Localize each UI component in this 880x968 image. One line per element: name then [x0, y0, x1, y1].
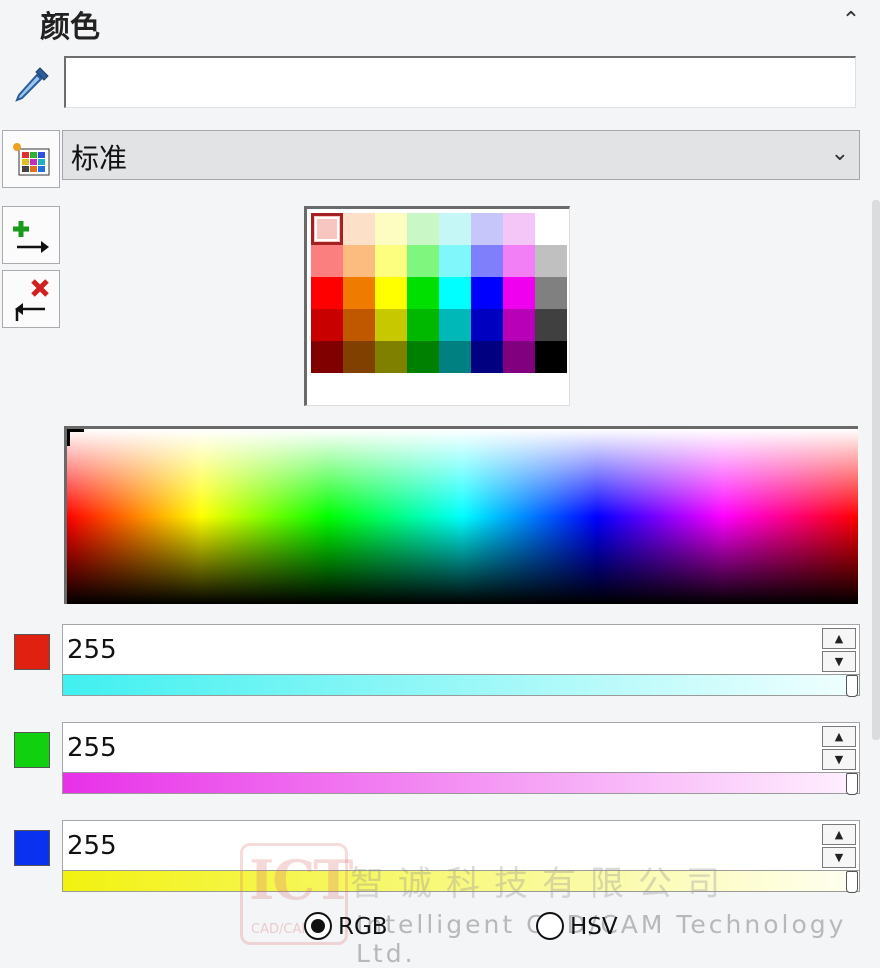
- spin-down-icon[interactable]: ▼: [822, 749, 856, 770]
- color-swatch[interactable]: [311, 277, 343, 309]
- spin-down-icon[interactable]: ▼: [822, 847, 856, 868]
- color-swatch[interactable]: [375, 277, 407, 309]
- color-swatch[interactable]: [535, 309, 567, 341]
- color-swatch[interactable]: [471, 245, 503, 277]
- spin-up-icon[interactable]: ▲: [822, 726, 856, 747]
- color-swatch[interactable]: [407, 341, 439, 373]
- add-arrow-icon: [13, 221, 49, 253]
- spin-up-icon[interactable]: ▲: [822, 824, 856, 845]
- color-swatch[interactable]: [375, 341, 407, 373]
- color-swatch[interactable]: [311, 309, 343, 341]
- color-swatch[interactable]: [407, 309, 439, 341]
- color-swatch[interactable]: [407, 277, 439, 309]
- palette-selected-label: 标准: [71, 142, 128, 175]
- color-swatch[interactable]: [343, 213, 375, 245]
- green-spinner: ▲ ▼: [822, 726, 856, 770]
- palette-dropdown[interactable]: 标准 ⌄: [62, 130, 860, 180]
- blue-value: 255: [67, 831, 117, 861]
- color-swatch[interactable]: [311, 245, 343, 277]
- green-value-input[interactable]: 255 ▲ ▼: [62, 722, 860, 774]
- color-swatch[interactable]: [343, 245, 375, 277]
- color-swatch[interactable]: [343, 309, 375, 341]
- blue-spinner: ▲ ▼: [822, 824, 856, 868]
- red-slider-thumb[interactable]: [846, 675, 858, 697]
- color-swatch[interactable]: [343, 277, 375, 309]
- color-swatch[interactable]: [503, 245, 535, 277]
- color-swatch[interactable]: [503, 213, 535, 245]
- green-slider-thumb[interactable]: [846, 773, 858, 795]
- color-swatch[interactable]: [375, 309, 407, 341]
- color-swatch[interactable]: [471, 213, 503, 245]
- rgb-radio-label: RGB: [338, 914, 388, 940]
- green-slider[interactable]: [62, 772, 860, 795]
- color-hex-input[interactable]: [64, 56, 856, 108]
- spin-up-icon[interactable]: ▲: [822, 628, 856, 649]
- remove-arrow-icon: [15, 279, 49, 321]
- add-color-button[interactable]: [2, 206, 60, 264]
- hsv-radio[interactable]: HSV: [536, 910, 626, 944]
- color-swatch[interactable]: [535, 245, 567, 277]
- color-swatch[interactable]: [407, 213, 439, 245]
- green-value: 255: [67, 733, 117, 763]
- color-swatch[interactable]: [471, 277, 503, 309]
- panel-title: 颜色: [40, 10, 100, 45]
- color-swatch[interactable]: [311, 213, 343, 245]
- green-channel-swatch: [14, 732, 50, 768]
- color-swatch[interactable]: [439, 245, 471, 277]
- red-spinner: ▲ ▼: [822, 628, 856, 672]
- radio-selected-icon: [304, 912, 332, 940]
- chevron-up-icon[interactable]: ⌃: [836, 6, 866, 36]
- color-swatch[interactable]: [439, 341, 471, 373]
- color-swatch[interactable]: [471, 309, 503, 341]
- eyedropper-icon: [15, 67, 49, 102]
- rgb-radio[interactable]: RGB: [304, 910, 394, 944]
- color-swatch[interactable]: [439, 309, 471, 341]
- color-swatch[interactable]: [407, 245, 439, 277]
- color-swatch[interactable]: [503, 309, 535, 341]
- palette-icon-button[interactable]: [2, 130, 60, 188]
- red-value-input[interactable]: 255 ▲ ▼: [62, 624, 860, 676]
- color-swatch[interactable]: [535, 341, 567, 373]
- remove-color-button[interactable]: [2, 270, 60, 328]
- radio-unselected-icon: [536, 912, 564, 940]
- swatch-panel: [304, 206, 570, 406]
- spectrum-cursor[interactable]: [67, 429, 84, 446]
- red-value: 255: [67, 635, 117, 665]
- swatch-grid: [311, 213, 567, 373]
- vertical-scrollbar[interactable]: [872, 200, 880, 740]
- color-spectrum[interactable]: [64, 426, 858, 604]
- color-swatch[interactable]: [375, 245, 407, 277]
- color-swatch[interactable]: [439, 277, 471, 309]
- blue-channel-swatch: [14, 830, 50, 866]
- color-swatch[interactable]: [503, 277, 535, 309]
- spin-down-icon[interactable]: ▼: [822, 651, 856, 672]
- red-channel-swatch: [14, 634, 50, 670]
- red-slider[interactable]: [62, 674, 860, 697]
- watermark-cn-text: 智诚科技有限公司: [350, 864, 734, 904]
- eyedropper-button[interactable]: [10, 62, 54, 106]
- color-swatch[interactable]: [535, 277, 567, 309]
- chevron-down-icon: ⌄: [830, 141, 849, 166]
- color-swatch[interactable]: [503, 341, 535, 373]
- color-swatch[interactable]: [311, 341, 343, 373]
- blue-slider-thumb[interactable]: [846, 871, 858, 893]
- color-swatch[interactable]: [535, 213, 567, 245]
- hsv-radio-label: HSV: [570, 914, 618, 940]
- palette-grid-icon: [13, 143, 50, 176]
- color-swatch[interactable]: [343, 341, 375, 373]
- color-swatch[interactable]: [375, 213, 407, 245]
- color-swatch[interactable]: [439, 213, 471, 245]
- color-swatch[interactable]: [471, 341, 503, 373]
- watermark-logo-text: ICT: [249, 848, 353, 912]
